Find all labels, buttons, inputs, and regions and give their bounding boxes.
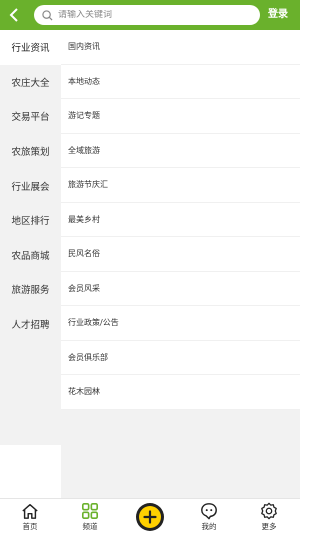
- nav-more[interactable]: 更多: [249, 502, 289, 534]
- empty-area: [61, 410, 300, 498]
- list-item[interactable]: 民风名俗: [61, 237, 300, 272]
- plus-icon: [143, 510, 157, 524]
- nav-more-label: 更多: [261, 522, 277, 531]
- publish-button[interactable]: [136, 503, 164, 531]
- sidebar-item-recruitment[interactable]: 人才招聘: [0, 307, 61, 342]
- subcategory-list: 国内资讯 本地动态 游记专题 全域旅游 旅游节庆汇 最美乡村 民风名俗 会员风采…: [61, 30, 300, 410]
- list-item[interactable]: 会员俱乐部: [61, 341, 300, 375]
- sidebar-item-region-ranking[interactable]: 地区排行: [0, 203, 61, 238]
- sidebar-item-trade-platform[interactable]: 交易平台: [0, 99, 61, 134]
- nav-home[interactable]: 首页: [10, 502, 50, 534]
- list-item[interactable]: 花木园林: [61, 375, 300, 410]
- nav-mine-label: 我的: [201, 522, 217, 531]
- gear-icon: [261, 502, 277, 520]
- sidebar-item-farm-mall[interactable]: 农品商城: [0, 238, 61, 273]
- nav-channel-label: 频道: [82, 522, 98, 531]
- category-sidebar: 行业资讯 农庄大全 交易平台 农旅策划 行业展会 地区排行 农品商城 旅游服务 …: [0, 30, 61, 445]
- list-item[interactable]: 本地动态: [61, 65, 300, 99]
- login-button[interactable]: 登录: [268, 0, 288, 30]
- sidebar-item-farm-directory[interactable]: 农庄大全: [0, 65, 61, 100]
- top-header: 登录: [0, 0, 300, 30]
- list-item[interactable]: 游记专题: [61, 99, 300, 134]
- sidebar-item-industry-expo[interactable]: 行业展会: [0, 168, 61, 203]
- nav-mine[interactable]: 我的: [189, 502, 229, 534]
- list-item[interactable]: 最美乡村: [61, 203, 300, 237]
- back-button[interactable]: [2, 3, 26, 27]
- grid-icon: [81, 502, 99, 520]
- list-item[interactable]: 行业政策/公告: [61, 306, 300, 341]
- chevron-left-icon: [9, 8, 18, 22]
- search-icon: [42, 9, 53, 21]
- search-box[interactable]: [34, 5, 260, 25]
- list-item[interactable]: 会员风采: [61, 272, 300, 306]
- sidebar-item-agritourism-planning[interactable]: 农旅策划: [0, 134, 61, 169]
- nav-channel[interactable]: 频道: [70, 502, 110, 534]
- list-item[interactable]: 国内资讯: [61, 30, 300, 65]
- sidebar-item-travel-service[interactable]: 旅游服务: [0, 272, 61, 307]
- chat-face-icon: [201, 503, 217, 520]
- sidebar-item-industry-news[interactable]: 行业资讯: [0, 30, 61, 65]
- nav-home-label: 首页: [22, 522, 38, 531]
- publish-button-inner: [139, 506, 161, 528]
- list-item[interactable]: 旅游节庆汇: [61, 168, 300, 203]
- home-icon: [22, 503, 38, 519]
- search-input[interactable]: [58, 10, 248, 20]
- list-item[interactable]: 全域旅游: [61, 134, 300, 168]
